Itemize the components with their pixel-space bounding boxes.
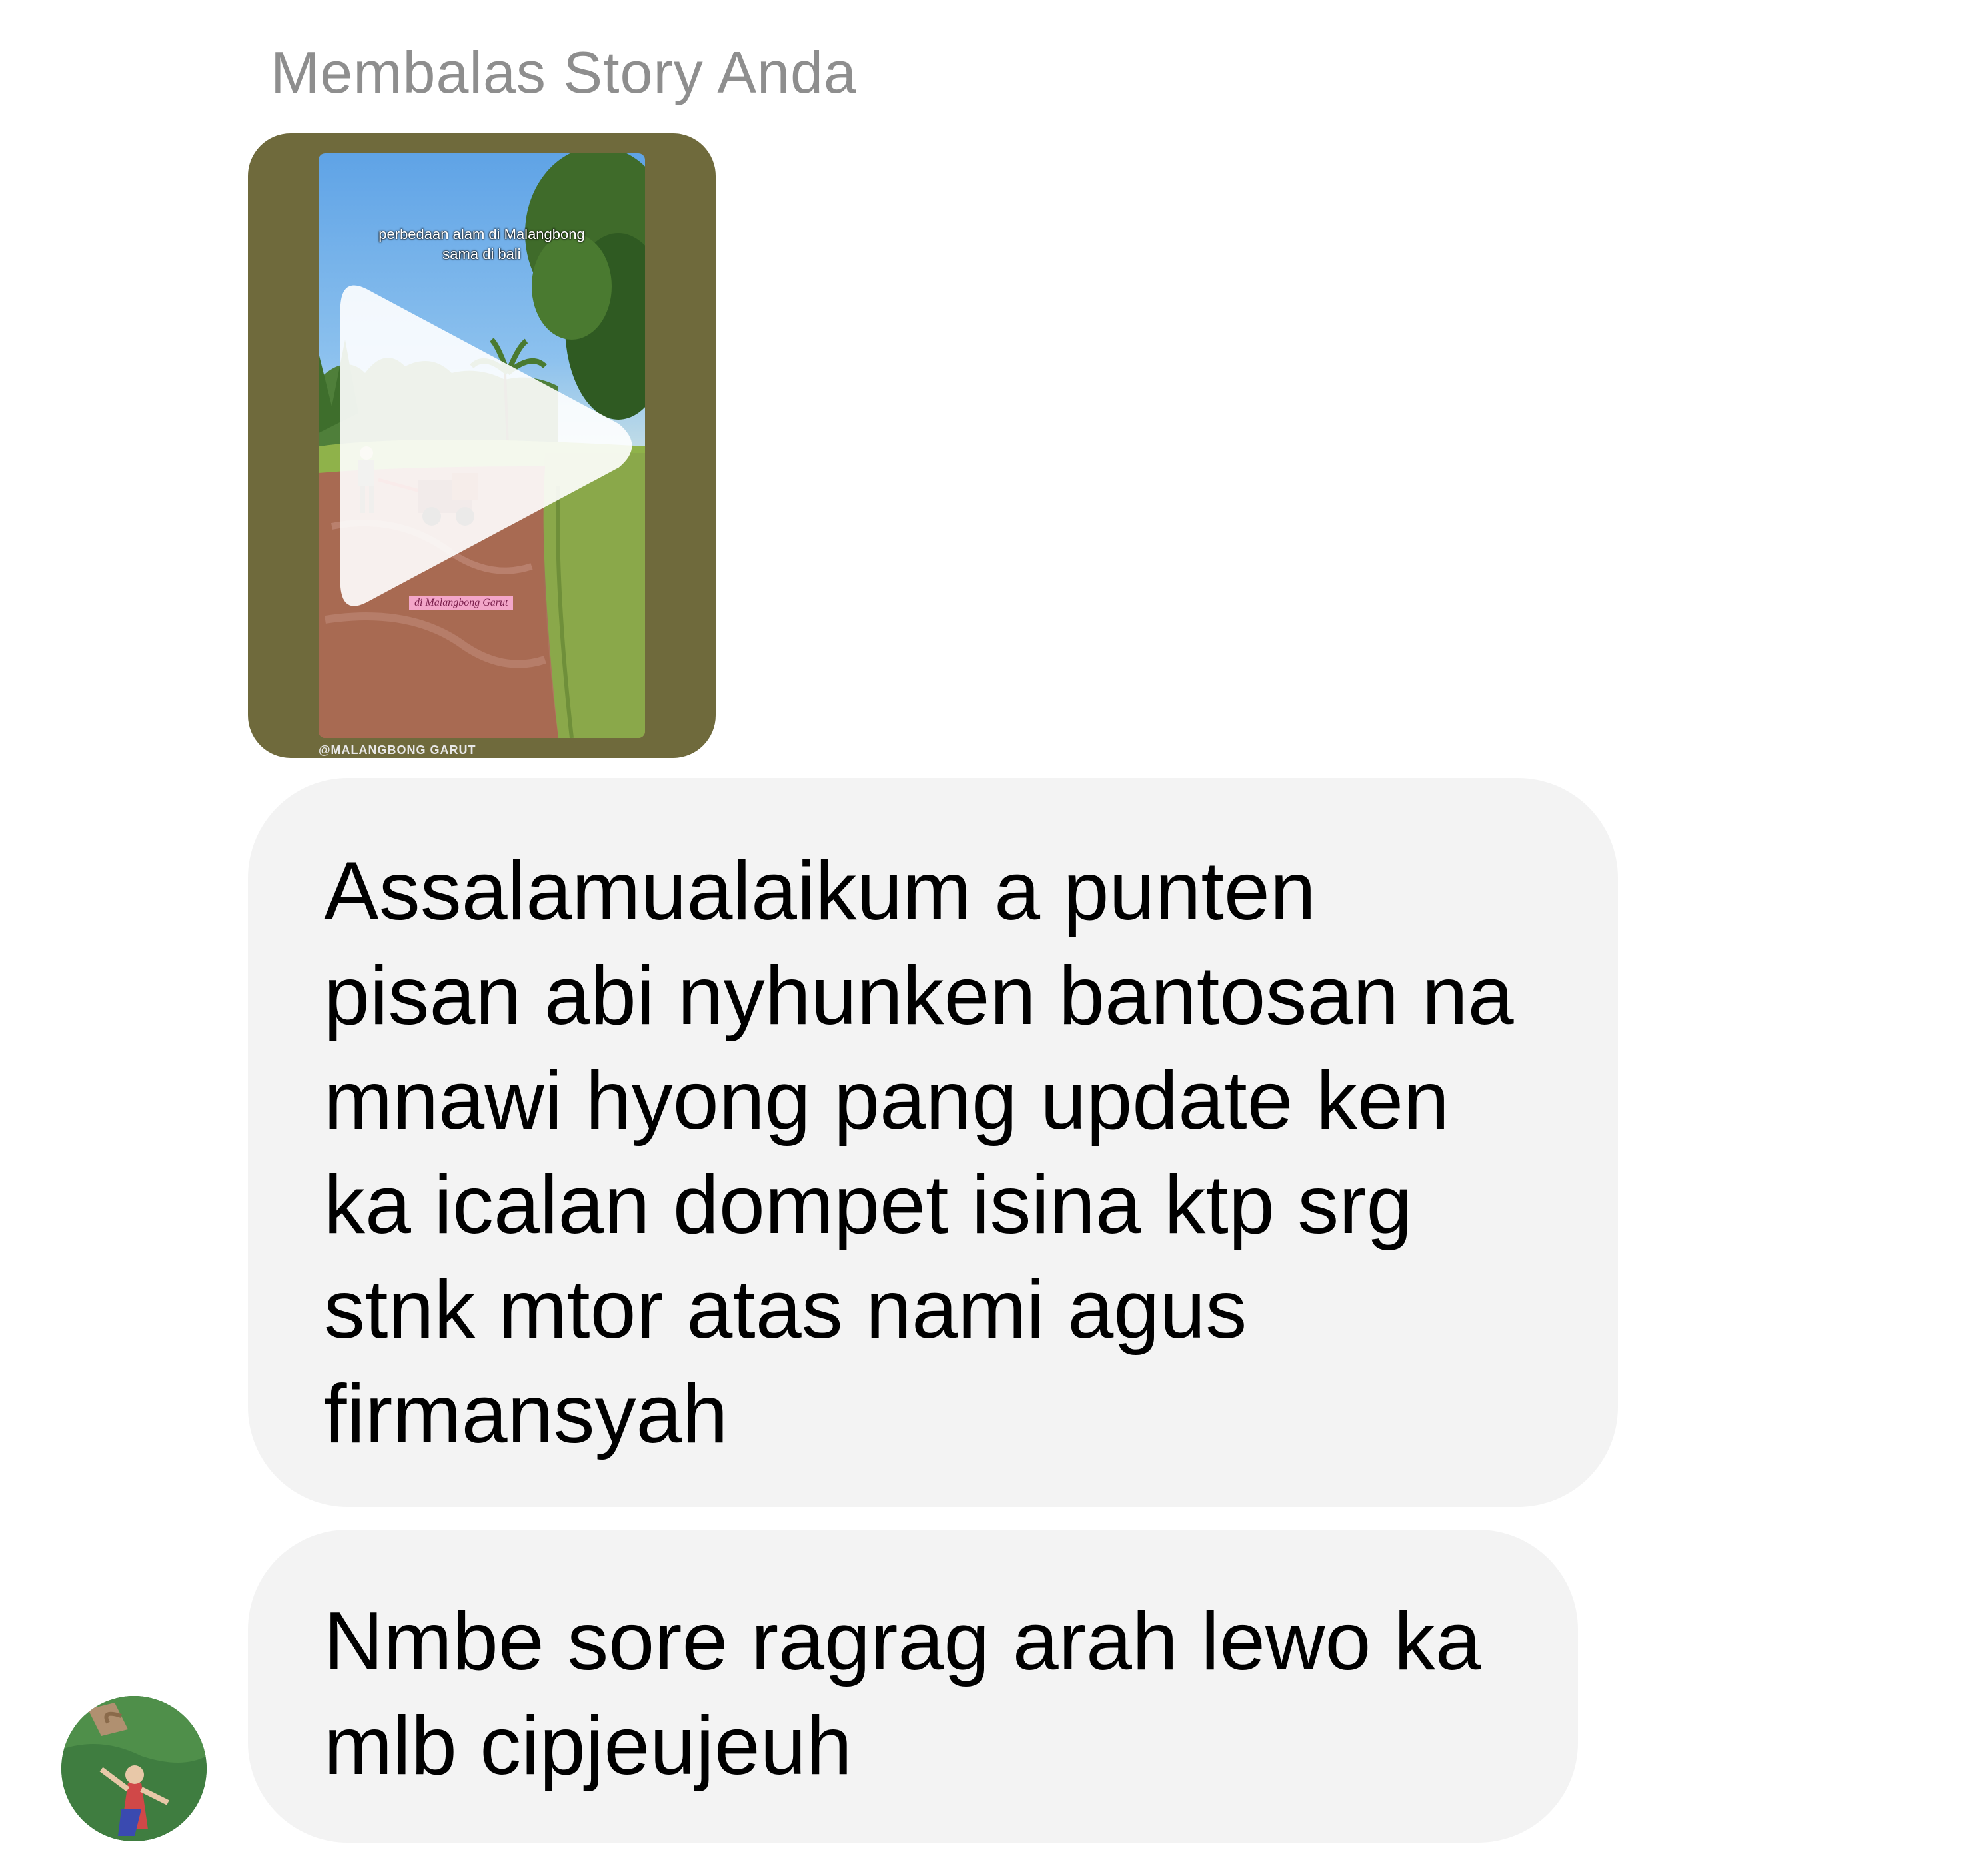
message-text-line: ka icalan dompet isina ktp srg <box>324 1159 1413 1251</box>
sender-avatar[interactable] <box>61 1696 207 1841</box>
story-video-preview[interactable]: perbedaan alam di Malangbong sama di bal… <box>319 153 645 738</box>
message-bubble[interactable]: Assalamualaikum a punten pisan abi nyhun… <box>248 778 1618 1507</box>
play-icon[interactable] <box>319 153 645 738</box>
story-reply-thumbnail[interactable]: perbedaan alam di Malangbong sama di bal… <box>248 133 716 758</box>
story-source-handle: @MALANGBONG GARUT <box>319 743 476 757</box>
message-text-line: stnk mtor atas nami agus <box>324 1264 1247 1356</box>
message-bubble[interactable]: Nmbe sore ragrag arah lewo ka mlb cipjeu… <box>248 1530 1578 1843</box>
message-text-line: Assalamualaikum a punten <box>324 845 1316 937</box>
message-text-line: mnawi hyong pang update ken <box>324 1055 1450 1147</box>
message-text-line: pisan abi nyhunken bantosan na <box>324 950 1514 1042</box>
reply-to-story-label: Membalas Story Anda <box>271 39 857 105</box>
avatar-image <box>61 1696 207 1841</box>
message-text-line: Nmbe sore ragrag arah lewo ka <box>324 1596 1481 1687</box>
message-text-line: mlb cipjeujeuh <box>324 1700 852 1792</box>
message-text-line: firmansyah <box>324 1368 728 1460</box>
